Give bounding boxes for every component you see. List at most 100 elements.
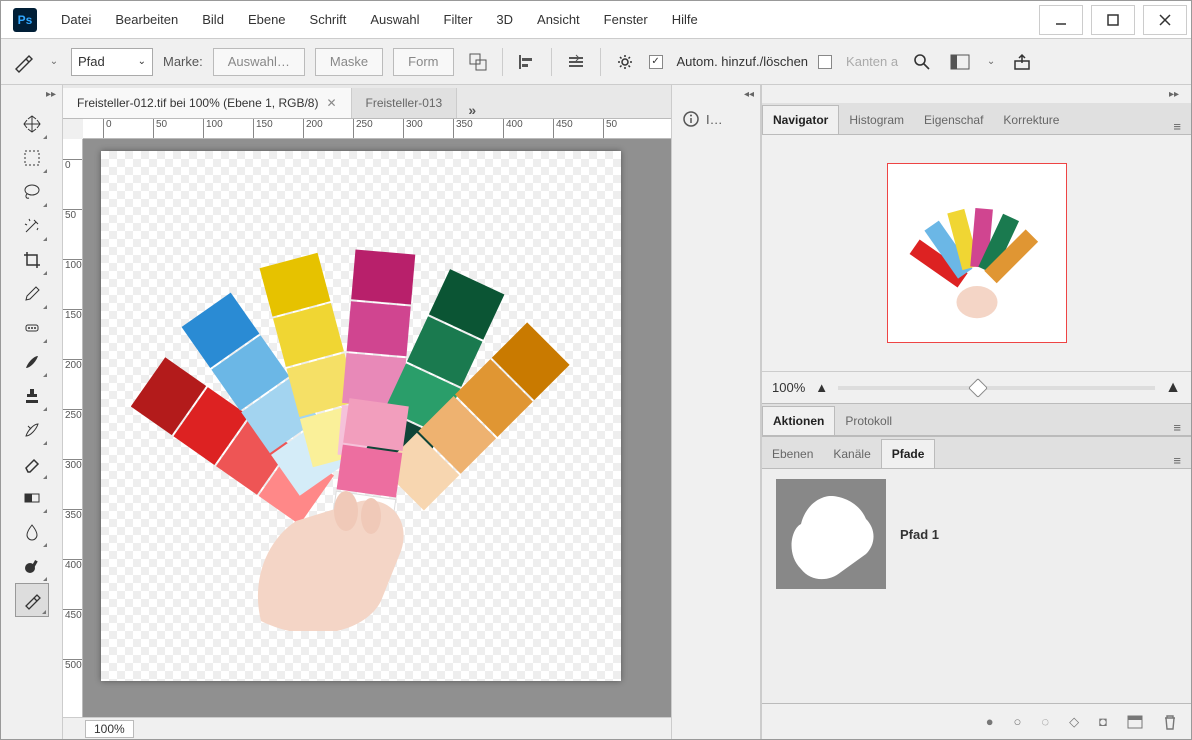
zoom-out-icon[interactable]: ▲ — [815, 380, 828, 395]
brush-tool[interactable] — [15, 345, 49, 379]
form-button[interactable]: Form — [393, 48, 453, 76]
canvas-background[interactable] — [83, 139, 671, 717]
zoom-in-icon[interactable]: ▲ — [1165, 379, 1181, 397]
panel-menu-icon[interactable]: ≡ — [1163, 453, 1191, 468]
panel-menu-icon[interactable]: ≡ — [1163, 119, 1191, 134]
delete-path-icon[interactable] — [1163, 714, 1177, 730]
zoom-value[interactable]: 100% — [85, 720, 134, 738]
navigator-thumbnail[interactable] — [887, 163, 1067, 343]
tab-close-icon[interactable]: ✕ — [326, 96, 336, 110]
tab-kanaele[interactable]: Kanäle — [823, 440, 880, 468]
gear-icon[interactable] — [611, 48, 639, 76]
stamp-tool[interactable] — [15, 379, 49, 413]
menu-ansicht[interactable]: Ansicht — [525, 4, 592, 35]
minimize-button[interactable] — [1039, 5, 1083, 35]
tab-pfade[interactable]: Pfade — [881, 439, 936, 468]
menu-fenster[interactable]: Fenster — [592, 4, 660, 35]
tab-active-label: Freisteller-012.tif bei 100% (Ebene 1, R… — [77, 96, 318, 110]
tab-navigator[interactable]: Navigator — [762, 105, 839, 134]
mode-select[interactable]: Pfad ⌄ — [71, 48, 153, 76]
menu-hilfe[interactable]: Hilfe — [660, 4, 710, 35]
arrange-icon[interactable] — [562, 48, 590, 76]
ruler-h-tick: 250 — [353, 119, 373, 138]
maximize-icon — [1107, 14, 1119, 26]
menu-bearbeiten[interactable]: Bearbeiten — [103, 4, 190, 35]
actions-tabs: Aktionen Protokoll ≡ — [762, 404, 1191, 436]
align-icon[interactable] — [513, 48, 541, 76]
workspace-icon[interactable] — [946, 48, 974, 76]
maximize-button[interactable] — [1091, 5, 1135, 35]
ruler-v-tick: 300 — [63, 459, 82, 471]
search-icon[interactable] — [908, 48, 936, 76]
dodge-tool[interactable] — [15, 549, 49, 583]
tool-preset-dropdown[interactable]: ⌄ — [47, 56, 61, 67]
path-item[interactable]: Pfad 1 — [772, 475, 1181, 593]
tab-korrekturen[interactable]: Korrekture — [993, 106, 1069, 134]
panel-menu-icon[interactable]: ≡ — [1163, 420, 1191, 435]
menu-bild[interactable]: Bild — [190, 4, 236, 35]
tab-protokoll[interactable]: Protokoll — [835, 407, 902, 435]
titlebar: Ps Datei Bearbeiten Bild Ebene Schrift A… — [1, 1, 1191, 39]
blur-tool[interactable] — [15, 515, 49, 549]
menu-filter[interactable]: Filter — [432, 4, 485, 35]
info-panel-collapsed[interactable]: I… — [672, 103, 760, 135]
tab-aktionen[interactable]: Aktionen — [762, 406, 835, 435]
tab-active[interactable]: Freisteller-012.tif bei 100% (Ebene 1, R… — [63, 88, 352, 118]
tab-inactive[interactable]: Freisteller-013 — [352, 88, 458, 118]
crop-tool[interactable] — [15, 243, 49, 277]
info-icon — [682, 110, 700, 128]
menu-3d[interactable]: 3D — [484, 4, 525, 35]
stroke-path-icon[interactable]: ○ — [1014, 714, 1022, 729]
move-tool[interactable] — [15, 107, 49, 141]
menu-auswahl[interactable]: Auswahl — [358, 4, 431, 35]
ruler-v-tick: 150 — [63, 309, 82, 321]
lasso-tool[interactable] — [15, 175, 49, 209]
nav-zoom-value[interactable]: 100% — [772, 380, 805, 395]
maske-button[interactable]: Maske — [315, 48, 383, 76]
ruler-v-tick: 250 — [63, 409, 82, 421]
menu-schrift[interactable]: Schrift — [298, 4, 359, 35]
ruler-h-tick: 50 — [603, 119, 617, 138]
tab-histogram[interactable]: Histogram — [839, 106, 914, 134]
healing-tool[interactable] — [15, 311, 49, 345]
auto-add-checkbox[interactable] — [649, 55, 663, 69]
tab-ebenen[interactable]: Ebenen — [762, 440, 823, 468]
tab-inactive-label: Freisteller-013 — [366, 96, 443, 110]
kanten-checkbox[interactable] — [818, 55, 832, 69]
tab-overflow[interactable]: » — [457, 102, 487, 118]
eraser-tool[interactable] — [15, 447, 49, 481]
path-ops-icon[interactable] — [464, 48, 492, 76]
gradient-tool[interactable] — [15, 481, 49, 515]
zoom-slider[interactable] — [838, 386, 1155, 390]
eyedropper-tool[interactable] — [15, 277, 49, 311]
marquee-tool[interactable] — [15, 141, 49, 175]
ruler-v-tick: 400 — [63, 559, 82, 571]
pen-tool[interactable] — [15, 583, 49, 617]
fill-path-icon[interactable]: ● — [986, 714, 994, 729]
toolbox-collapse[interactable]: ▸▸ — [1, 85, 62, 103]
ruler-vertical[interactable]: 0 50 100 150 200 250 300 350 400 450 500 — [63, 139, 83, 717]
wand-tool[interactable] — [15, 209, 49, 243]
minimize-icon — [1055, 14, 1067, 26]
menu-datei[interactable]: Datei — [49, 4, 103, 35]
pen-tool-indicator[interactable] — [9, 48, 37, 76]
ruler-v-tick: 50 — [63, 209, 82, 221]
close-button[interactable] — [1143, 5, 1187, 35]
history-brush-tool[interactable] — [15, 413, 49, 447]
workspace-dropdown[interactable]: ⌄ — [984, 56, 998, 67]
ruler-horizontal[interactable]: 0 50 100 150 200 250 300 350 400 450 50 — [83, 119, 671, 139]
strip-collapse[interactable]: ◂◂ — [672, 85, 760, 103]
artboard[interactable] — [101, 151, 621, 681]
ruler-h-tick: 200 — [303, 119, 323, 138]
tab-eigenschaften[interactable]: Eigenschaf — [914, 106, 993, 134]
menu-ebene[interactable]: Ebene — [236, 4, 298, 35]
new-path-icon[interactable] — [1127, 715, 1143, 729]
info-strip: ◂◂ I… — [671, 85, 761, 739]
ruler-h-tick: 50 — [153, 119, 167, 138]
add-mask-icon[interactable]: ◘ — [1099, 714, 1107, 729]
auswahl-button[interactable]: Auswahl… — [213, 48, 305, 76]
selection-to-path-icon[interactable]: ◇ — [1069, 714, 1079, 730]
path-to-selection-icon[interactable]: ◌ — [1041, 714, 1049, 729]
panels-collapse[interactable]: ▸▸ — [762, 85, 1191, 103]
share-icon[interactable] — [1008, 48, 1036, 76]
